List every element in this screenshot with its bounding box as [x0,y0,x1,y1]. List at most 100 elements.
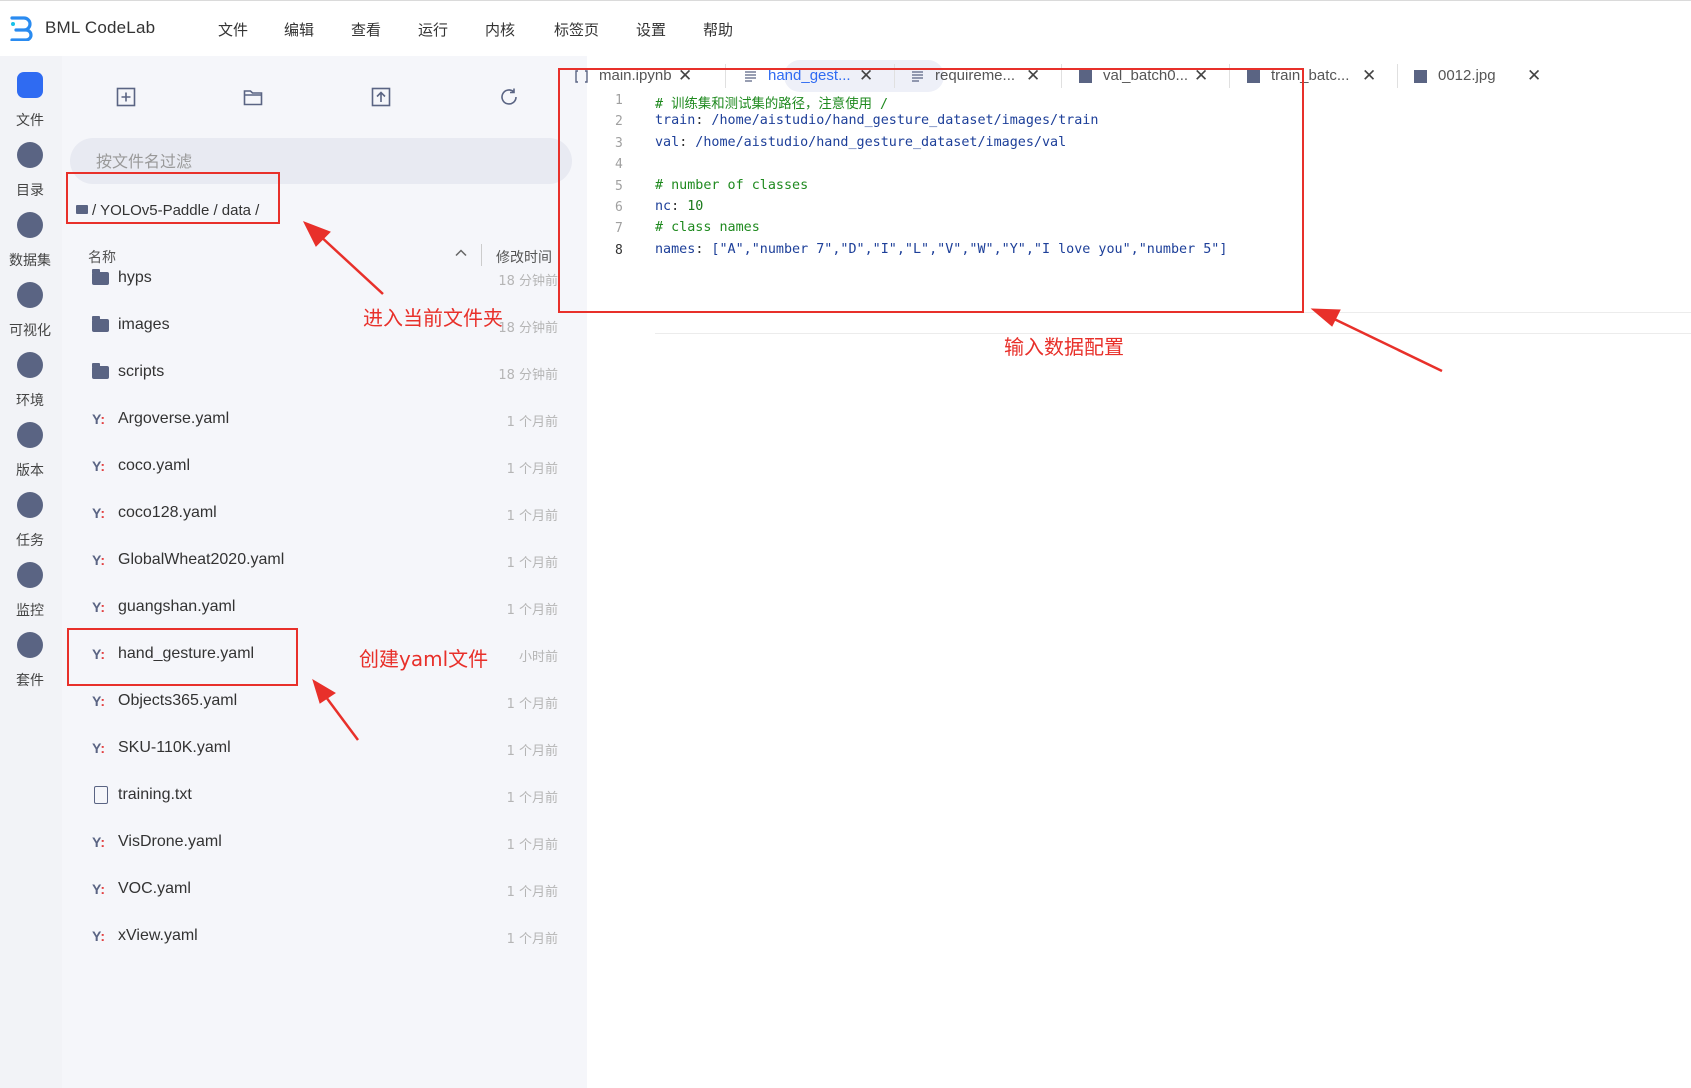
file-modified-time: 18 分钟前 [498,321,558,336]
folder-icon [17,72,43,98]
file-row[interactable]: Y: coco128.yaml 1 个月前 [82,495,562,535]
menu-file[interactable]: 文件 [218,19,248,40]
folder-icon [92,316,109,332]
folder-row[interactable]: scripts 18 分钟前 [82,354,562,394]
rail-label: 文件 [16,113,44,129]
image-icon [1414,70,1427,83]
file-modified-time: 1 个月前 [506,744,558,759]
clock-icon [17,422,43,448]
file-modified-time: 1 个月前 [506,697,558,712]
file-modified-time: 18 分钟前 [498,274,558,289]
file-modified-time: 18 分钟前 [498,368,558,383]
rail-item-files[interactable]: 文件 [0,72,60,138]
close-icon[interactable]: ✕ [1362,66,1376,86]
file-name: Objects365.yaml [118,692,238,709]
menu-help[interactable]: 帮助 [703,19,733,40]
close-icon[interactable]: ✕ [1527,66,1541,86]
annotation-box-yaml-file [67,628,298,686]
rail-item-tasks[interactable]: 任务 [0,492,60,558]
yaml-file-icon: Y: [92,693,105,709]
yaml-file-icon: Y: [92,458,105,474]
rail-item-suites[interactable]: 套件 [0,632,60,698]
rail-item-environment[interactable]: 环境 [0,352,60,418]
file-name: guangshan.yaml [118,598,236,615]
annotation-enter-folder: 进入当前文件夹 [363,306,503,330]
new-folder-icon[interactable] [242,86,264,108]
rail-label: 监控 [16,603,44,619]
rail-item-toc[interactable]: 目录 [0,142,60,208]
file-row[interactable]: Y: VOC.yaml 1 个月前 [82,871,562,911]
file-modified-time: 1 个月前 [506,509,558,524]
new-file-icon[interactable] [115,86,137,108]
refresh-icon[interactable] [498,86,520,108]
file-row[interactable]: training.txt 1 个月前 [82,777,562,817]
menu-edit[interactable]: 编辑 [284,19,314,40]
file-modified-time: 1 个月前 [506,462,558,477]
file-modified-time: 1 个月前 [506,415,558,430]
app-brand: BML CodeLab [45,18,156,37]
dataset-icon [17,212,43,238]
list-icon [17,142,43,168]
file-name: VisDrone.yaml [118,833,222,850]
yaml-file-icon: Y: [92,928,105,944]
menu-settings[interactable]: 设置 [636,19,666,40]
editor-tab[interactable]: 0012.jpg ✕ [1414,60,1574,94]
monitor-icon [17,562,43,588]
file-name: images [118,316,170,333]
annotation-create-yaml: 创建yaml文件 [359,647,489,671]
upload-icon[interactable] [370,86,392,108]
file-modified-time: 1 个月前 [506,838,558,853]
yaml-file-icon: Y: [92,505,105,521]
menu-tabs[interactable]: 标签页 [554,19,599,40]
sort-ascending-icon[interactable] [454,246,468,260]
file-name: GlobalWheat2020.yaml [118,551,285,568]
file-modified-time: 1 个月前 [506,603,558,618]
file-name: scripts [118,363,165,380]
rail-label: 版本 [16,463,44,479]
file-name: training.txt [118,786,192,803]
menu-kernel[interactable]: 内核 [485,19,515,40]
file-row[interactable]: Y: GlobalWheat2020.yaml 1 个月前 [82,542,562,582]
file-row[interactable]: Y: Argoverse.yaml 1 个月前 [82,401,562,441]
file-row[interactable]: Y: VisDrone.yaml 1 个月前 [82,824,562,864]
file-name: VOC.yaml [118,880,191,897]
yaml-file-icon: Y: [92,552,105,568]
logo-icon [10,16,33,41]
file-row[interactable]: Y: coco.yaml 1 个月前 [82,448,562,488]
menu-run[interactable]: 运行 [418,19,448,40]
file-name: Argoverse.yaml [118,410,230,427]
file-name: coco128.yaml [118,504,217,521]
folder-row[interactable]: hyps 18 分钟前 [82,260,562,300]
yaml-file-icon: Y: [92,740,105,756]
tab-separator [1397,64,1398,88]
file-row[interactable]: Y: SKU-110K.yaml 1 个月前 [82,730,562,770]
rail-label: 数据集 [9,253,51,269]
file-modified-time: 1 个月前 [506,791,558,806]
yaml-file-icon: Y: [92,881,105,897]
file-name: SKU-110K.yaml [118,739,231,756]
rail-item-datasets[interactable]: 数据集 [0,212,60,278]
file-modified-time: 1 个月前 [506,932,558,947]
rail-item-monitor[interactable]: 监控 [0,562,60,628]
current-line-highlight [655,312,1691,334]
folder-icon [92,363,109,379]
file-modified-time: 1 个月前 [506,556,558,571]
file-row[interactable]: Y: Objects365.yaml 1 个月前 [82,683,562,723]
menu-view[interactable]: 查看 [351,19,381,40]
task-icon [17,492,43,518]
rail-item-visualization[interactable]: 可视化 [0,282,60,348]
rail-label: 环境 [16,393,44,409]
environment-icon [17,352,43,378]
rail-item-version[interactable]: 版本 [0,422,60,488]
file-row[interactable]: Y: xView.yaml 1 个月前 [82,918,562,958]
yaml-file-icon: Y: [92,599,105,615]
tab-label: 0012.jpg [1438,67,1496,84]
file-row[interactable]: Y: guangshan.yaml 1 个月前 [82,589,562,629]
top-bar: BML CodeLab 文件 编辑 查看 运行 内核 标签页 设置 帮助 [0,0,1691,56]
text-file-icon [94,786,108,804]
annotation-box-breadcrumb [66,172,280,224]
rail-label: 任务 [16,533,44,549]
file-name: hyps [118,269,152,286]
file-name: xView.yaml [118,927,198,944]
chart-icon [17,282,43,308]
